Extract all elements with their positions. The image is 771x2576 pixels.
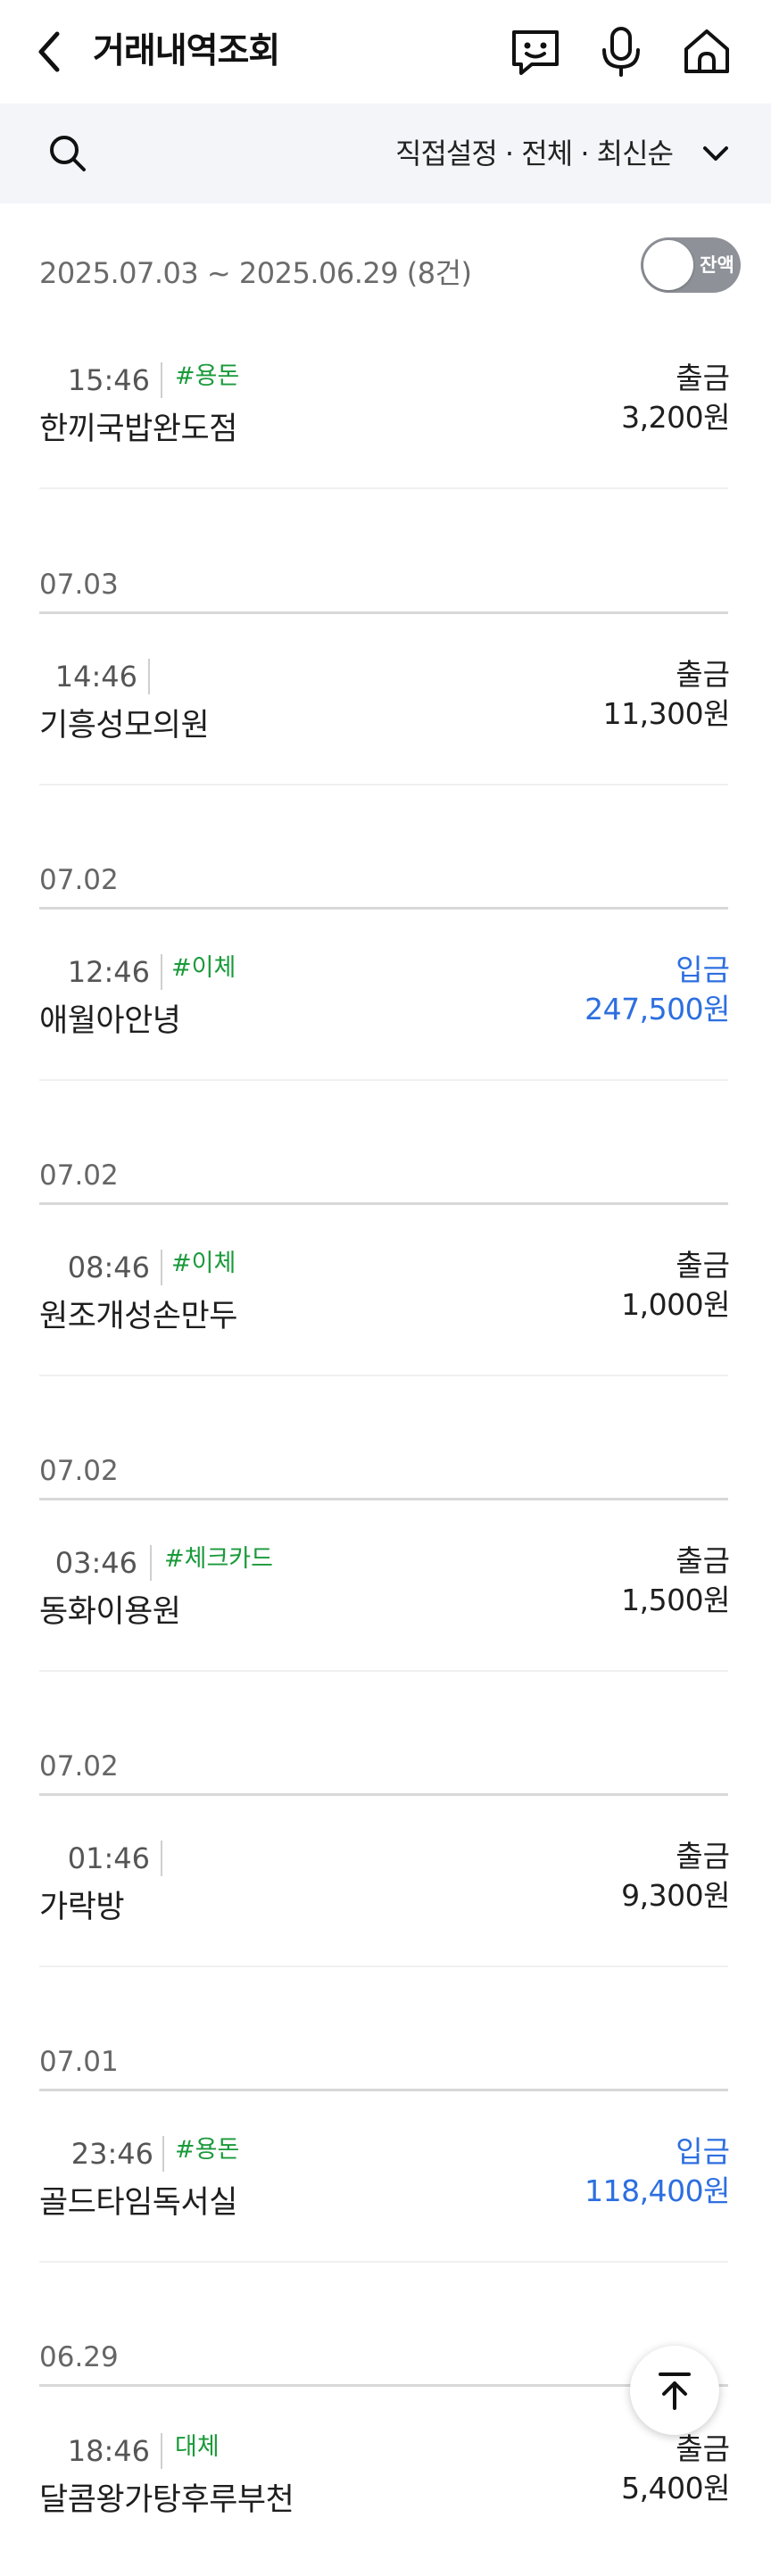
- back-arrow-icon: [38, 31, 60, 72]
- voice-search-button[interactable]: [594, 25, 648, 79]
- transaction-type: 출금: [676, 657, 730, 692]
- transaction-tag: #이체: [171, 954, 236, 982]
- transaction-item[interactable]: 03:46 #체크카드 동화이용원 출금 1,500원: [0, 1543, 771, 1688]
- transaction-name: 한끼국밥완도점: [39, 411, 237, 447]
- page-title: 거래내역조회: [93, 31, 280, 71]
- row-divider: [39, 1965, 728, 1967]
- filter-summary[interactable]: 직접설정 · 전체 · 최신순: [395, 130, 674, 177]
- transaction-type: 출금: [676, 1839, 730, 1874]
- transaction-tag: #체크카드: [164, 1545, 273, 1573]
- chatbot-button[interactable]: [509, 25, 562, 79]
- filter-bar: 직접설정 · 전체 · 최신순: [0, 104, 771, 204]
- transaction-item[interactable]: 15:46 #용돈 한끼국밥완도점 출금 3,200원: [0, 361, 771, 505]
- date-divider: [39, 907, 728, 910]
- transaction-item[interactable]: 12:46 #이체 애월아안녕 입금 247,500원: [0, 952, 771, 1097]
- transaction-amount: 5,400원: [621, 2471, 730, 2505]
- divider: [161, 362, 162, 398]
- transaction-name: 동화이용원: [39, 1594, 181, 1630]
- date-label: 06.29: [39, 2341, 119, 2373]
- transaction-type: 출금: [676, 2431, 730, 2466]
- transaction-item[interactable]: 08:46 #이체 원조개성손만두 출금 1,000원: [0, 1248, 771, 1392]
- arrow-up-icon: [659, 2372, 691, 2410]
- divider: [161, 1841, 162, 1876]
- transaction-name: 골드타임독서실: [39, 2185, 237, 2221]
- app-header: 거래내역조회: [0, 0, 771, 104]
- date-label: 07.01: [39, 2046, 119, 2078]
- transaction-amount: 247,500원: [584, 992, 730, 1026]
- date-label: 07.02: [39, 864, 119, 896]
- row-divider: [39, 2261, 728, 2263]
- row-divider: [39, 487, 728, 489]
- transaction-time: 23:46: [70, 2137, 153, 2171]
- divider: [161, 2433, 162, 2469]
- date-range: 2025.07.03 ~ 2025.06.29 (8건): [39, 256, 472, 290]
- transaction-name: 기흥성모의원: [39, 708, 210, 744]
- back-button[interactable]: [32, 27, 68, 77]
- transaction-amount: 1,500원: [621, 1583, 730, 1617]
- transaction-name: 가락방: [39, 1890, 125, 1925]
- transaction-item[interactable]: 23:46 #용돈 골드타임독서실 입금 118,400원: [0, 2134, 771, 2279]
- transaction-type: 출금: [676, 361, 730, 395]
- divider: [148, 659, 150, 694]
- transaction-type: 출금: [676, 1248, 730, 1283]
- transaction-amount: 118,400원: [584, 2173, 730, 2208]
- date-divider: [39, 2089, 728, 2091]
- row-divider: [39, 1079, 728, 1081]
- date-divider: [39, 2384, 728, 2387]
- transaction-amount: 11,300원: [602, 696, 731, 731]
- transaction-time: 12:46: [67, 955, 150, 989]
- divider: [161, 1250, 162, 1285]
- transaction-amount: 9,300원: [621, 1878, 730, 1913]
- date-label: 07.03: [39, 569, 119, 601]
- transaction-tag: #용돈: [175, 2136, 240, 2164]
- toggle-knob: [643, 240, 693, 290]
- transaction-type: 출금: [676, 1543, 730, 1578]
- date-label: 07.02: [39, 1159, 119, 1192]
- chevron-down-icon: [703, 146, 728, 161]
- scroll-top-button[interactable]: [630, 2346, 719, 2435]
- microphone-icon: [602, 27, 640, 77]
- date-divider: [39, 611, 728, 614]
- date-divider: [39, 1793, 728, 1796]
- date-label: 07.02: [39, 1750, 119, 1782]
- search-icon: [50, 136, 86, 171]
- transaction-time: 14:46: [54, 660, 137, 694]
- date-label: 07.02: [39, 1455, 119, 1487]
- transaction-tag: #이체: [171, 1250, 236, 1277]
- transaction-time: 18:46: [67, 2434, 150, 2468]
- chatbot-icon: [512, 30, 559, 75]
- transaction-item[interactable]: 14:46 기흥성모의원 출금 11,300원: [0, 657, 771, 802]
- divider: [150, 1545, 152, 1581]
- row-divider: [39, 1670, 728, 1672]
- transaction-name: 달콤왕가탕후루부천: [39, 2482, 294, 2518]
- home-button[interactable]: [680, 25, 734, 79]
- row-divider: [39, 1375, 728, 1376]
- transaction-amount: 1,000원: [621, 1287, 730, 1322]
- divider: [161, 954, 162, 990]
- home-icon: [684, 29, 729, 73]
- transaction-item[interactable]: 18:46 대체 달콤왕가탕후루부천 출금 5,400원: [0, 2431, 771, 2576]
- transaction-time: 01:46: [67, 1841, 150, 1875]
- transaction-amount: 3,200원: [621, 400, 730, 435]
- transaction-type: 입금: [676, 2134, 730, 2169]
- date-divider: [39, 1202, 728, 1205]
- transaction-name: 원조개성손만두: [39, 1299, 237, 1334]
- transaction-time: 03:46: [54, 1546, 137, 1580]
- search-button[interactable]: [45, 130, 91, 177]
- divider: [162, 2136, 164, 2172]
- transaction-name: 애월아안녕: [39, 1003, 181, 1039]
- balance-toggle[interactable]: 잔액: [641, 237, 741, 293]
- transaction-time: 08:46: [67, 1251, 150, 1284]
- date-divider: [39, 1498, 728, 1500]
- transaction-item[interactable]: 01:46 가락방 출금 9,300원: [0, 1839, 771, 1983]
- filter-dropdown-button[interactable]: [700, 139, 732, 168]
- transaction-tag: 대체: [175, 2433, 220, 2461]
- balance-toggle-label: 잔액: [700, 254, 734, 276]
- row-divider: [39, 784, 728, 785]
- transaction-time: 15:46: [67, 363, 150, 397]
- transaction-type: 입금: [676, 952, 730, 987]
- transaction-tag: #용돈: [175, 362, 240, 390]
